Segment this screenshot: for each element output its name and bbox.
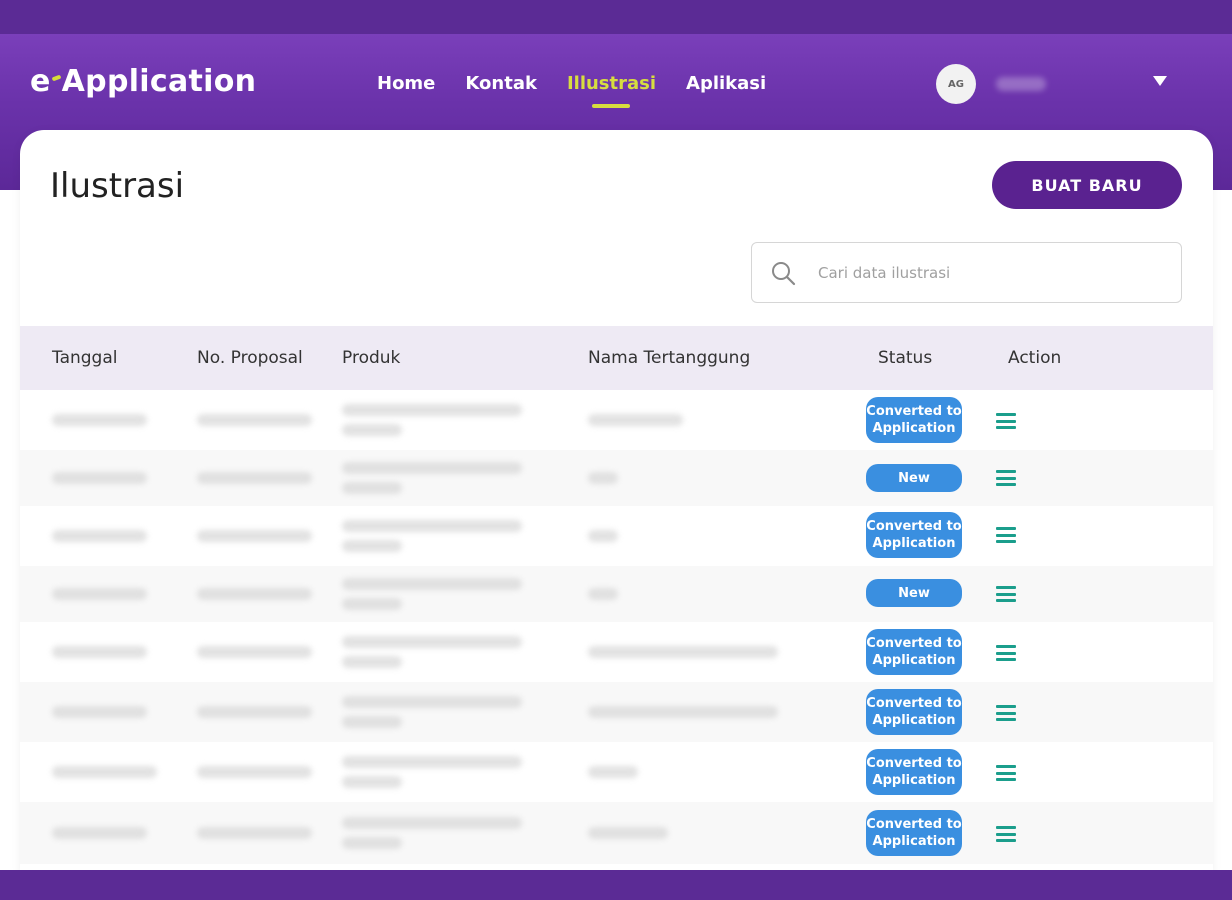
cell-redacted: [588, 706, 778, 718]
cell-redacted: [588, 766, 638, 778]
cell-redacted: [342, 656, 402, 668]
cell-redacted: [52, 588, 147, 600]
cell-redacted: [342, 424, 402, 436]
bottom-band: [0, 870, 1232, 900]
hamburger-menu-icon[interactable]: [996, 413, 1016, 429]
nav-item-aplikasi[interactable]: Aplikasi: [686, 70, 766, 98]
user-menu[interactable]: AG: [936, 64, 1046, 104]
status-badge: Converted to Application: [866, 512, 962, 558]
cell-redacted: [342, 578, 522, 590]
cell-redacted: [197, 472, 312, 484]
cell-redacted: [197, 706, 312, 718]
cell-redacted: [52, 706, 147, 718]
hamburger-menu-icon[interactable]: [996, 527, 1016, 543]
cell-redacted: [588, 472, 618, 484]
cell-redacted: [342, 520, 522, 532]
cell-redacted: [342, 776, 402, 788]
cell-redacted: [588, 588, 618, 600]
column-header-tanggal[interactable]: Tanggal: [52, 326, 118, 390]
buat-baru-button[interactable]: BUAT BARU: [992, 161, 1182, 209]
search-icon: [770, 260, 796, 286]
cell-redacted: [342, 598, 402, 610]
search-input[interactable]: [818, 263, 1148, 282]
column-header-status[interactable]: Status: [878, 326, 932, 390]
nav-item-home[interactable]: Home: [377, 70, 435, 98]
hamburger-menu-icon[interactable]: [996, 645, 1016, 661]
hamburger-menu-icon[interactable]: [996, 765, 1016, 781]
cell-redacted: [197, 827, 312, 839]
app-logo[interactable]: e Application: [30, 64, 256, 99]
cell-redacted: [342, 696, 522, 708]
table-row[interactable]: Converted to Application: [20, 390, 1213, 450]
cell-redacted: [52, 766, 157, 778]
cell-redacted: [588, 530, 618, 542]
cell-redacted: [342, 817, 522, 829]
table-row[interactable]: Converted to Application: [20, 682, 1213, 742]
cell-redacted: [588, 414, 683, 426]
hamburger-menu-icon[interactable]: [996, 826, 1016, 842]
cell-redacted: [342, 404, 522, 416]
chevron-down-icon[interactable]: [1153, 76, 1167, 86]
nav-item-kontak[interactable]: Kontak: [465, 70, 537, 98]
table-body: Converted to Application New Converted t…: [20, 390, 1213, 864]
table-row[interactable]: New: [20, 450, 1213, 506]
cell-redacted: [52, 472, 147, 484]
cell-redacted: [197, 530, 312, 542]
table-row[interactable]: Converted to Application: [20, 506, 1213, 566]
logo-dash-mark: [51, 74, 62, 81]
table-row[interactable]: New: [20, 566, 1213, 622]
column-header-no-proposal[interactable]: No. Proposal: [197, 326, 303, 390]
avatar[interactable]: AG: [936, 64, 976, 104]
hamburger-menu-icon[interactable]: [996, 705, 1016, 721]
status-badge: Converted to Application: [866, 689, 962, 735]
status-badge: Converted to Application: [866, 749, 962, 795]
table-row[interactable]: Converted to Application: [20, 802, 1213, 864]
column-header-produk[interactable]: Produk: [342, 326, 400, 390]
cell-redacted: [342, 716, 402, 728]
status-badge: New: [866, 464, 962, 492]
cell-redacted: [52, 646, 147, 658]
hamburger-menu-icon[interactable]: [996, 586, 1016, 602]
main-nav: Home Kontak Illustrasi Aplikasi: [377, 70, 796, 108]
cell-redacted: [342, 837, 402, 849]
cell-redacted: [197, 588, 312, 600]
table-row[interactable]: Converted to Application: [20, 622, 1213, 682]
nav-item-illustrasi[interactable]: Illustrasi: [567, 70, 656, 108]
page-title: Ilustrasi: [50, 166, 185, 206]
logo-suffix: Application: [61, 64, 257, 99]
search-box[interactable]: [751, 242, 1182, 303]
top-band: [0, 0, 1232, 34]
cell-redacted: [342, 540, 402, 552]
hamburger-menu-icon[interactable]: [996, 470, 1016, 486]
cell-redacted: [342, 462, 522, 474]
logo-prefix: e: [30, 64, 51, 99]
cell-redacted: [197, 766, 312, 778]
cell-redacted: [342, 756, 522, 768]
cell-redacted: [52, 530, 147, 542]
cell-redacted: [342, 482, 402, 494]
status-badge: Converted to Application: [866, 810, 962, 856]
cell-redacted: [197, 414, 312, 426]
cell-redacted: [588, 646, 778, 658]
table-row[interactable]: Converted to Application: [20, 742, 1213, 802]
app-window: e Application Home Kontak Illustrasi Apli…: [0, 0, 1232, 900]
cell-redacted: [342, 636, 522, 648]
cell-redacted: [588, 827, 668, 839]
column-header-nama-tertanggung[interactable]: Nama Tertanggung: [588, 326, 750, 390]
user-name-redacted: [996, 77, 1046, 91]
cell-redacted: [197, 646, 312, 658]
status-badge: Converted to Application: [866, 629, 962, 675]
table-header: Tanggal No. Proposal Produk Nama Tertang…: [20, 326, 1213, 390]
content-card: Ilustrasi BUAT BARU Tanggal No. Proposal…: [20, 130, 1213, 875]
column-header-action: Action: [1008, 348, 1062, 368]
status-badge: Converted to Application: [866, 397, 962, 443]
cell-redacted: [52, 827, 147, 839]
status-badge: New: [866, 579, 962, 607]
cell-redacted: [52, 414, 147, 426]
